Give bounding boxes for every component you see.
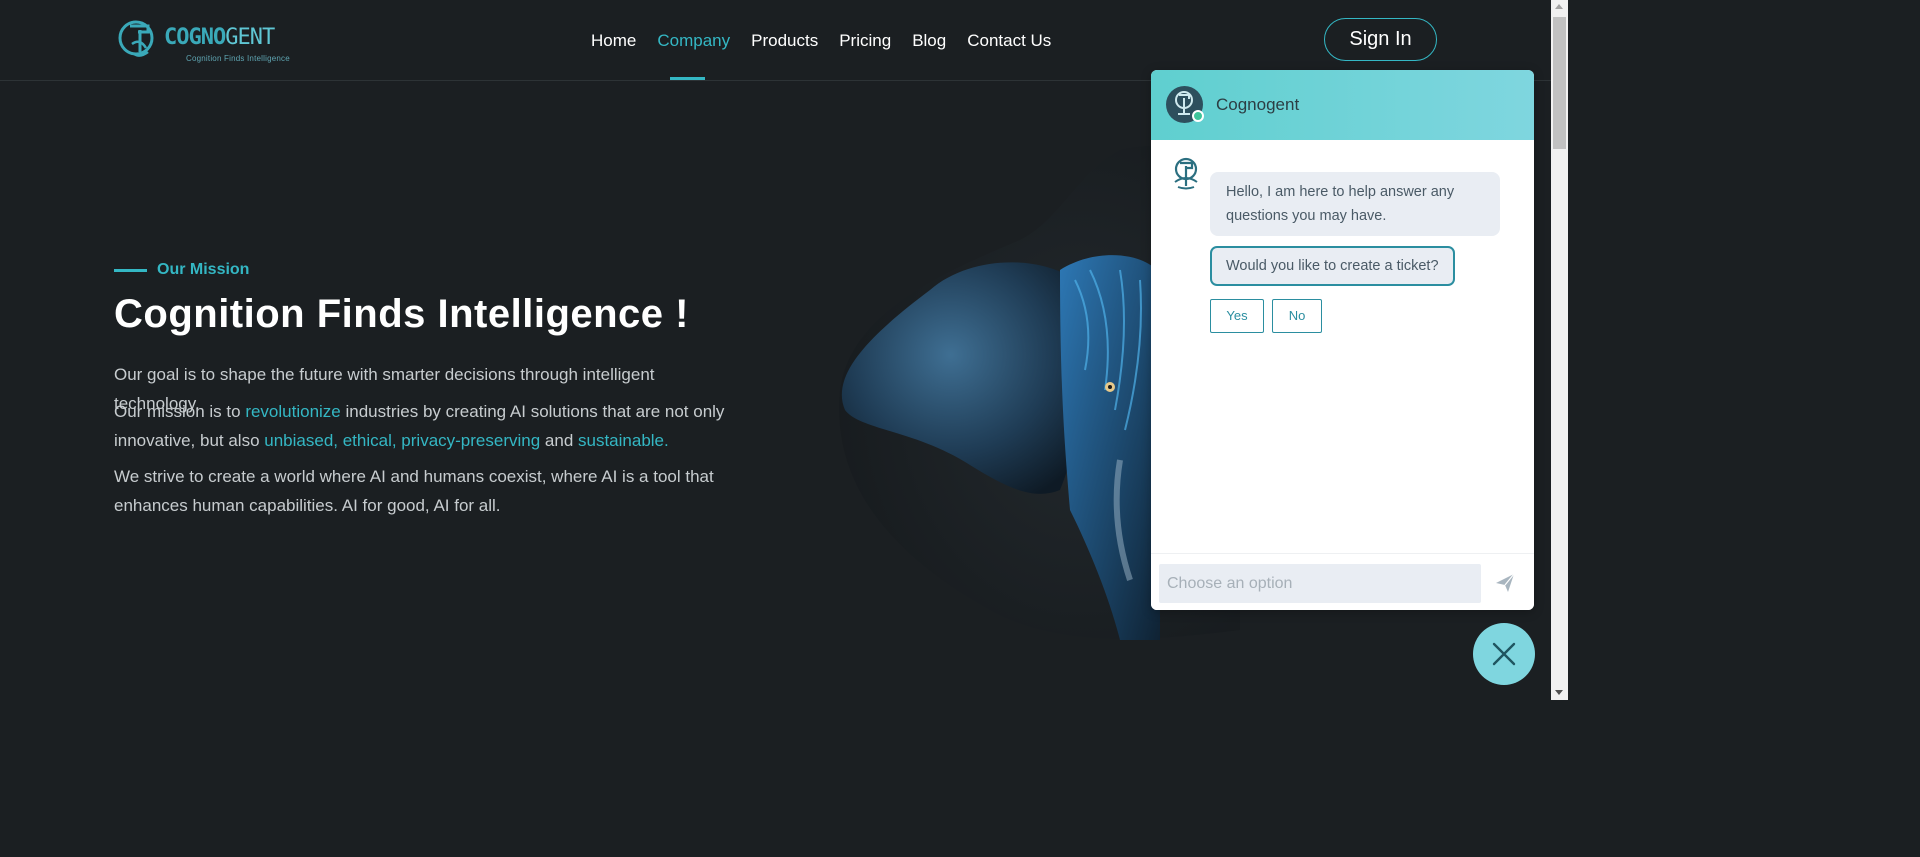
send-icon[interactable] <box>1494 572 1516 594</box>
highlight-revolutionize: revolutionize <box>245 402 341 421</box>
close-chat-button[interactable] <box>1473 623 1535 685</box>
brand-tagline: Cognition Finds Intelligence <box>186 54 290 63</box>
page-scrollbar[interactable] <box>1551 0 1568 700</box>
chat-input[interactable] <box>1159 564 1481 603</box>
nav-pricing[interactable]: Pricing <box>839 31 891 51</box>
option-yes-button[interactable]: Yes <box>1210 299 1264 333</box>
close-icon <box>1492 642 1516 666</box>
chat-footer <box>1151 553 1534 610</box>
vision-paragraph: We strive to create a world where AI and… <box>114 467 714 515</box>
brand-logo[interactable]: COGNOGENT Cognition Finds Intelligence <box>116 16 290 68</box>
option-no-button[interactable]: No <box>1272 299 1322 333</box>
chat-header: Cognogent <box>1151 70 1534 140</box>
cognogent-logo-icon <box>118 20 154 57</box>
bot-greeting-message: Hello, I am here to help answer any ques… <box>1210 172 1500 236</box>
ticket-question-message: Would you like to create a ticket? <box>1210 246 1455 286</box>
nav-company[interactable]: Company <box>657 31 730 51</box>
scroll-up-icon[interactable] <box>1555 4 1563 9</box>
sign-in-button[interactable]: Sign In <box>1324 18 1437 61</box>
bot-message-icon <box>1174 157 1198 190</box>
online-status-dot <box>1192 110 1204 122</box>
nav-contact-us[interactable]: Contact Us <box>967 31 1051 51</box>
site-header: COGNOGENT Cognition Finds Intelligence H… <box>0 0 1551 81</box>
nav-blog[interactable]: Blog <box>912 31 946 51</box>
main-nav: Home Company Products Pricing Blog Conta… <box>591 31 1072 51</box>
chat-widget: Cognogent Hello, I am here to help answe… <box>1151 70 1534 610</box>
mission-eyebrow: Our Mission <box>114 261 249 279</box>
scroll-thumb[interactable] <box>1553 17 1566 149</box>
active-nav-indicator <box>670 77 705 80</box>
eyebrow-line <box>114 268 147 272</box>
eyebrow-label: Our Mission <box>157 261 250 278</box>
hero-title: Cognition Finds Intelligence ! <box>114 292 689 336</box>
highlight-values: unbiased, ethical, privacy-preserving <box>264 431 541 450</box>
brand-wordmark: COGNOGENT <box>164 25 275 50</box>
mission-paragraph: Our mission is to revolutionize industri… <box>114 402 725 450</box>
scroll-down-icon[interactable] <box>1555 690 1563 695</box>
nav-home[interactable]: Home <box>591 31 636 51</box>
chat-title: Cognogent <box>1216 95 1300 114</box>
highlight-sustainable: sustainable. <box>578 431 669 450</box>
nav-products[interactable]: Products <box>751 31 818 51</box>
